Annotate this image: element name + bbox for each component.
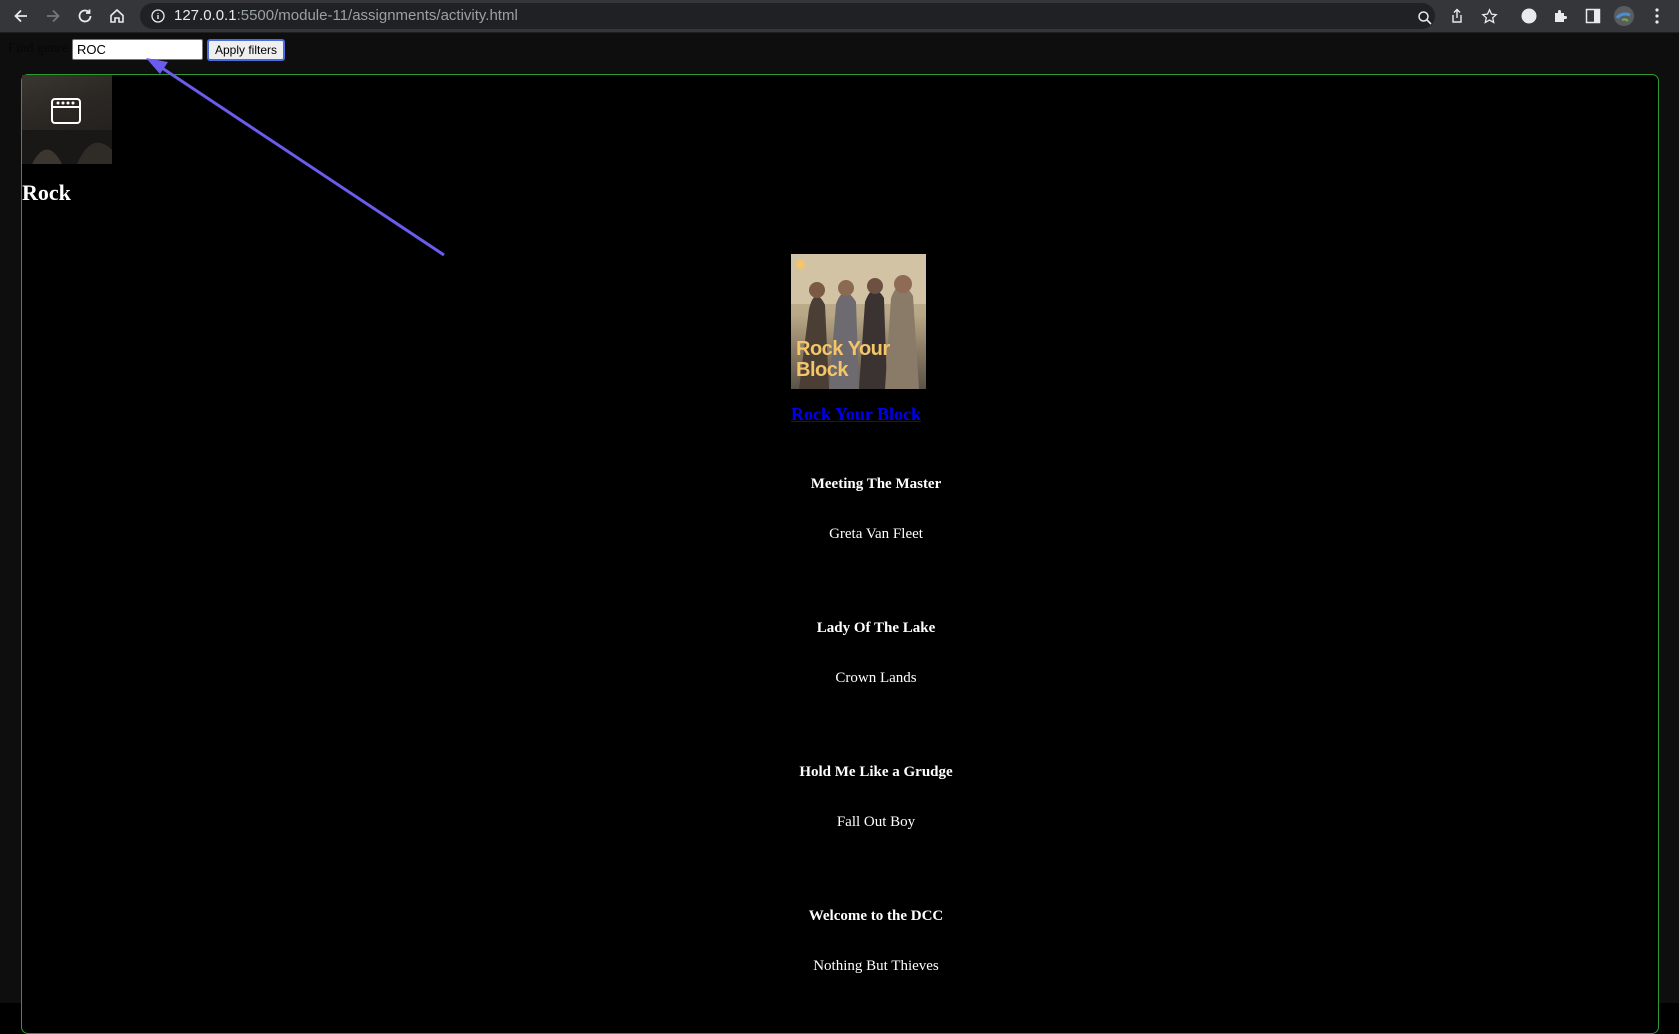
track-artist: Fall Out Boy [836,814,916,830]
track-item: Hold Me Like a Grudge [740,764,1012,781]
track-item: Fall Out Boy [740,814,1012,831]
address-bar[interactable]: 127.0.0.1:5500/module-11/assignments/act… [140,3,1435,29]
track-item: Welcome to the DCC [740,908,1012,925]
playlist-link[interactable]: Rock Your Block [791,404,921,425]
avatar[interactable] [1612,4,1636,28]
side-panel-icon[interactable] [1581,4,1605,28]
find-genre-label: Find genre [8,41,69,56]
track-item: Nothing But Thieves [740,958,1012,975]
track-title: Welcome to the DCC [808,908,944,924]
apply-filters-button[interactable]: Apply filters [207,39,285,61]
genre-search-input[interactable] [72,39,203,60]
extensions-puzzle-icon[interactable] [1549,4,1573,28]
track-item: Greta Van Fleet [740,526,1012,543]
track-item: Meeting The Master [740,476,1012,493]
zoom-icon[interactable] [1414,7,1436,29]
track-item: Lady Of The Lake [740,620,1012,637]
playlist-cover-text: Rock Your Block [796,338,890,381]
reload-icon[interactable] [73,4,97,28]
bookmark-star-icon[interactable] [1477,4,1501,28]
track-title: Lady Of The Lake [816,620,936,636]
genre-title: Rock [22,180,71,205]
track-artist: Crown Lands [835,670,917,686]
home-icon[interactable] [105,4,129,28]
browser-toolbar: 127.0.0.1:5500/module-11/assignments/act… [0,0,1679,33]
genre-card [21,74,1659,1034]
url-text: 127.0.0.1:5500/module-11/assignments/act… [174,7,518,24]
track-artist: Nothing But Thieves [813,958,939,974]
back-icon[interactable] [9,4,33,28]
profile-extension-icon[interactable] [1517,4,1541,28]
track-title: Hold Me Like a Grudge [799,764,953,780]
menu-kebab-icon[interactable] [1645,4,1669,28]
playlist-cover-image[interactable]: Rock Your Block [791,254,926,389]
amplifier-icon [22,98,112,164]
track-title: Meeting The Master [810,476,942,492]
spotify-badge-icon [796,260,805,269]
track-artist: Greta Van Fleet [829,526,923,542]
track-item: Crown Lands [740,670,1012,687]
share-icon[interactable] [1445,4,1469,28]
forward-icon[interactable] [41,4,65,28]
site-info-icon[interactable] [151,9,165,28]
genre-thumbnail [22,75,112,164]
